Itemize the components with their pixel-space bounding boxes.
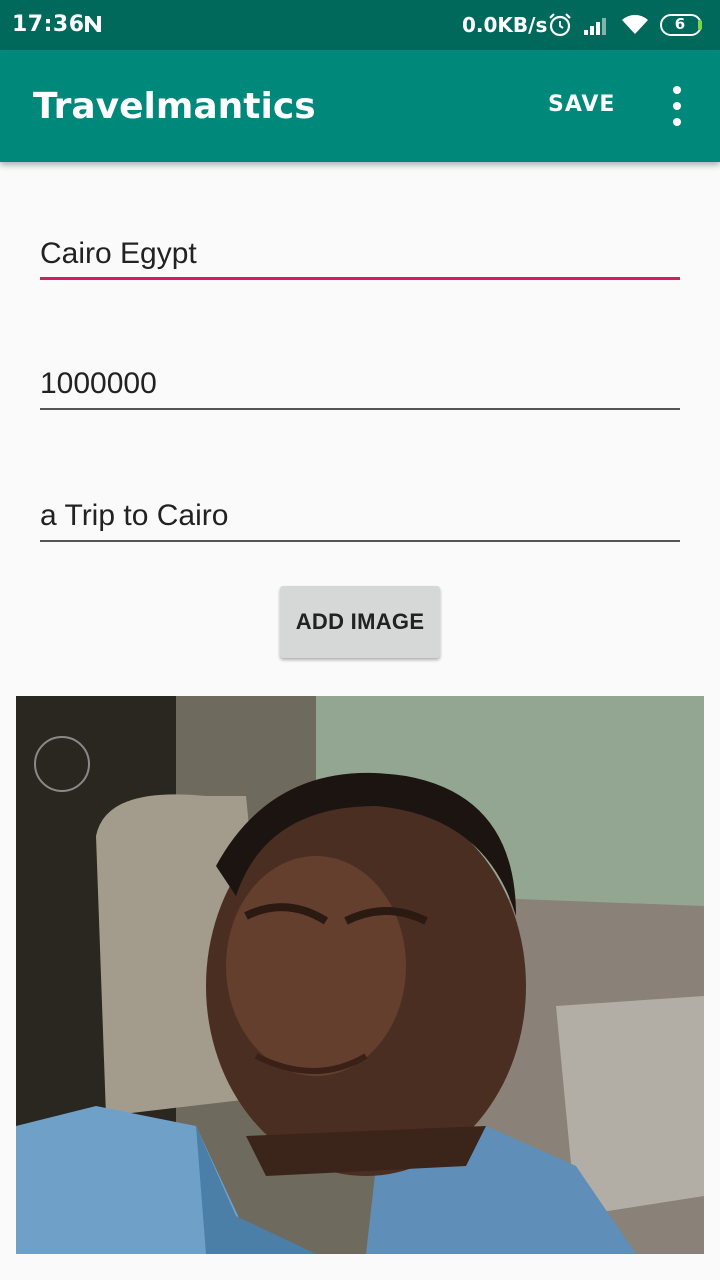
- app-bar: Travelmantics SAVE: [0, 50, 720, 162]
- title-input[interactable]: [40, 232, 680, 276]
- save-button[interactable]: SAVE: [548, 92, 615, 117]
- price-field-container: [40, 362, 680, 410]
- description-field-container: [40, 494, 680, 542]
- status-time: 17:36: [12, 12, 85, 37]
- battery-level: 6: [674, 15, 686, 33]
- add-image-button[interactable]: ADD IMAGE: [280, 586, 440, 658]
- title-underline: [40, 277, 680, 280]
- app-title: Travelmantics: [33, 86, 316, 127]
- price-input[interactable]: [40, 362, 680, 406]
- description-underline: [40, 540, 680, 542]
- wifi-icon: [622, 14, 648, 34]
- travel-deal-image: [16, 696, 704, 1254]
- signal-icon: [584, 18, 606, 35]
- title-field-container: [40, 232, 680, 280]
- more-vert-icon[interactable]: [660, 86, 694, 126]
- network-speed: 0.0KB/s: [462, 13, 548, 37]
- price-underline: [40, 408, 680, 410]
- battery-icon: 6: [660, 14, 706, 36]
- alarm-icon: [549, 13, 571, 37]
- status-bar: 17:36 0.0KB/s 6: [0, 0, 720, 50]
- description-input[interactable]: [40, 494, 680, 538]
- n-notification-icon: [85, 16, 101, 32]
- touch-indicator: [34, 736, 90, 792]
